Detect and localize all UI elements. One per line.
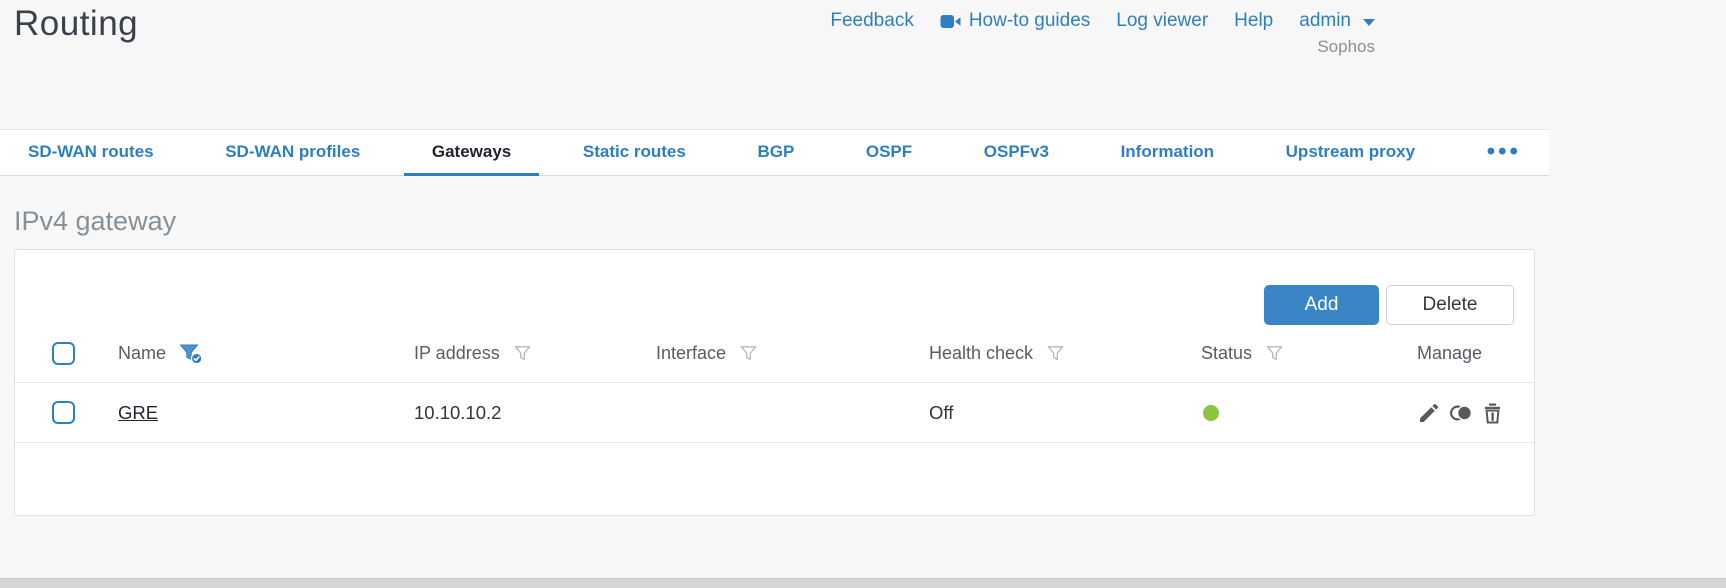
howto-guides-link[interactable]: How-to guides — [940, 10, 1090, 32]
tab-more[interactable]: ••• — [1459, 130, 1549, 176]
table-header-row: Name IP address Interface Health check S… — [15, 325, 1534, 382]
gateway-name-link[interactable]: GRE — [118, 402, 158, 424]
column-header-interface: Interface — [642, 343, 915, 364]
column-label-status: Status — [1201, 343, 1253, 363]
feedback-link[interactable]: Feedback — [830, 10, 913, 32]
column-header-manage: Manage — [1403, 343, 1534, 364]
column-header-health-check: Health check — [915, 343, 1187, 364]
tab-sd-wan-routes[interactable]: SD-WAN routes — [0, 130, 182, 176]
filter-icon[interactable] — [1265, 344, 1284, 363]
manage-actions — [1417, 401, 1504, 425]
filter-icon[interactable] — [739, 344, 758, 363]
cell-ip-address: 10.10.10.2 — [414, 401, 502, 423]
row-checkbox[interactable] — [52, 401, 75, 424]
tab-ospfv3[interactable]: OSPFv3 — [956, 130, 1077, 176]
filter-icon[interactable] — [1046, 344, 1065, 363]
ipv4-gateway-card: Add Delete Name IP address Interface Hea… — [14, 249, 1535, 516]
brand-label: Sophos — [1317, 37, 1375, 56]
admin-menu-label: admin — [1299, 10, 1351, 31]
page-title: Routing — [14, 4, 139, 43]
top-right-block: Feedback How-to guides Log viewer Help a… — [830, 10, 1375, 57]
column-header-status: Status — [1187, 343, 1403, 364]
column-header-name: Name — [104, 343, 400, 365]
tab-sd-wan-profiles[interactable]: SD-WAN profiles — [197, 130, 388, 176]
section-title: IPv4 gateway — [14, 206, 177, 236]
help-link[interactable]: Help — [1234, 10, 1273, 32]
ellipsis-icon: ••• — [1486, 137, 1521, 165]
clone-icon[interactable] — [1448, 401, 1474, 425]
add-button[interactable]: Add — [1264, 285, 1379, 325]
cell-health-check: Off — [929, 401, 954, 423]
top-header: Routing Feedback How-to guides Log viewe — [0, 0, 1549, 129]
tab-gateways[interactable]: Gateways — [403, 130, 540, 176]
tab-bar: SD-WAN routes SD-WAN profiles Gateways S… — [0, 129, 1549, 176]
top-nav: Feedback How-to guides Log viewer Help a… — [830, 10, 1375, 32]
table-row: GRE 10.10.10.2 Off — [15, 382, 1534, 443]
cell-name: GRE — [104, 402, 400, 424]
column-label-health-check: Health check — [929, 343, 1034, 363]
cell-manage — [1403, 401, 1534, 425]
admin-menu[interactable]: admin — [1299, 10, 1375, 32]
caret-down-icon — [1363, 18, 1375, 26]
header-checkbox-cell — [15, 342, 104, 365]
howto-guides-label: How-to guides — [968, 10, 1091, 31]
tab-ospf[interactable]: OSPF — [838, 130, 940, 176]
delete-button[interactable]: Delete — [1386, 285, 1514, 325]
column-header-ip-address: IP address — [400, 343, 642, 364]
video-camera-icon — [940, 14, 961, 29]
delete-trash-icon[interactable] — [1481, 401, 1504, 425]
column-label-manage: Manage — [1417, 343, 1483, 363]
filter-active-icon[interactable] — [179, 343, 203, 365]
cell-status — [1187, 404, 1403, 421]
card-toolbar: Add Delete — [15, 285, 1514, 325]
content-area: IPv4 gateway Add Delete Name IP address … — [0, 206, 1549, 516]
row-checkbox-cell — [15, 401, 104, 424]
page: Routing Feedback How-to guides Log viewe — [0, 0, 1726, 588]
column-label-name: Name — [118, 343, 167, 363]
column-label-ip-address: IP address — [414, 343, 500, 363]
column-label-interface: Interface — [656, 343, 727, 363]
log-viewer-link[interactable]: Log viewer — [1116, 10, 1208, 32]
bottom-scrollbar-strip[interactable] — [0, 578, 1726, 588]
filter-icon[interactable] — [513, 344, 532, 363]
select-all-checkbox[interactable] — [52, 342, 75, 365]
tab-static-routes[interactable]: Static routes — [555, 130, 714, 176]
main-column: Routing Feedback How-to guides Log viewe — [0, 0, 1549, 516]
status-dot-green — [1203, 404, 1219, 421]
tab-upstream-proxy[interactable]: Upstream proxy — [1258, 130, 1443, 176]
tab-bgp[interactable]: BGP — [729, 130, 822, 176]
tab-information[interactable]: Information — [1093, 130, 1243, 176]
edit-pencil-icon[interactable] — [1417, 401, 1441, 425]
